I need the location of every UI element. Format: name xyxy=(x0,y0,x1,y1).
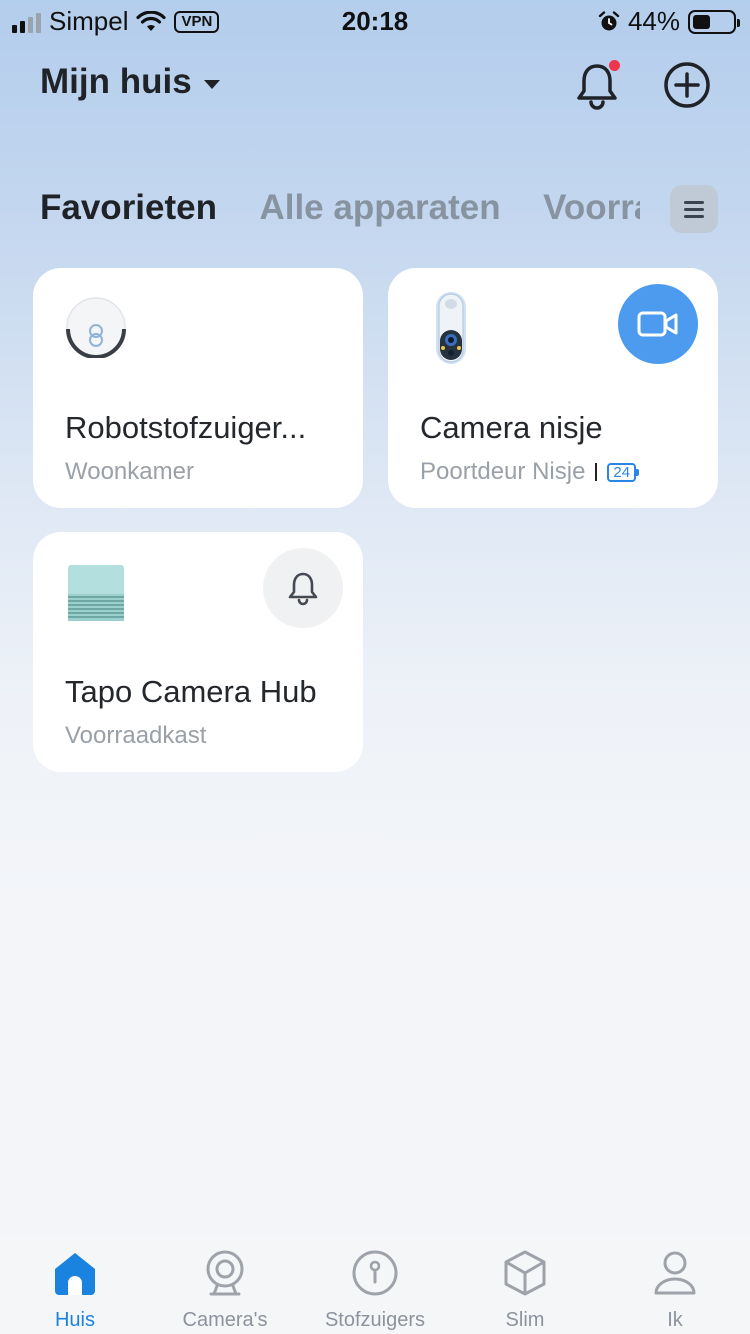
battery-badge-value: 24 xyxy=(607,462,637,482)
device-name: Robotstofzuiger... xyxy=(65,410,307,445)
device-room-label: Woonkamer xyxy=(65,458,194,485)
tab-alle-apparaten[interactable]: Alle apparaten xyxy=(259,180,500,236)
divider xyxy=(595,463,598,481)
device-room: Woonkamer xyxy=(65,458,194,486)
battery-badge: 24 xyxy=(607,462,640,482)
device-name: Tapo Camera Hub xyxy=(65,674,317,709)
nav-label: Slim xyxy=(505,1309,545,1331)
chevron-down-icon xyxy=(203,79,220,89)
robot-vacuum-icon xyxy=(66,297,126,358)
video-camera-icon xyxy=(637,311,678,337)
room-tabs: Favorieten Alle apparaten Voorraadkast xyxy=(40,180,640,240)
nav-cameras[interactable]: Camera's xyxy=(150,1249,300,1332)
device-room-label: Voorraadkast xyxy=(65,722,207,749)
status-bar: Simpel VPN 20:18 44% xyxy=(0,0,750,40)
vacuum-icon xyxy=(352,1250,398,1296)
device-name: Camera nisje xyxy=(420,410,603,445)
nav-stofzuigers[interactable]: Stofzuigers xyxy=(300,1249,450,1332)
device-room: Voorraadkast xyxy=(65,722,206,750)
battery-percentage: 44% xyxy=(627,6,680,36)
menu-icon-line xyxy=(684,207,704,211)
device-card-camera-hub[interactable]: Tapo Camera Hub Voorraadkast xyxy=(33,532,363,772)
menu-icon-line xyxy=(684,200,704,204)
person-icon xyxy=(654,1251,696,1295)
add-device-button[interactable] xyxy=(662,60,712,110)
notifications-button[interactable] xyxy=(570,58,624,112)
device-card-robot-vacuum[interactable]: Robotstofzuiger... Woonkamer xyxy=(33,268,363,508)
nav-label: Ik xyxy=(667,1309,683,1331)
tabs-menu-button[interactable] xyxy=(670,185,718,233)
alarm-icon xyxy=(598,10,620,30)
device-room-label: Poortdeur Nisje xyxy=(420,458,586,485)
nav-ik[interactable]: Ik xyxy=(600,1249,750,1332)
hub-icon xyxy=(68,565,124,621)
plus-circle-icon xyxy=(664,62,710,108)
nav-slim[interactable]: Slim xyxy=(450,1249,600,1332)
tab-voorraadkast[interactable]: Voorraadkast xyxy=(543,180,640,236)
cube-icon xyxy=(504,1250,546,1296)
home-icon xyxy=(55,1253,95,1295)
nav-label: Stofzuigers xyxy=(324,1309,426,1331)
device-room: Poortdeur Nisje 24 xyxy=(420,458,640,486)
nav-label: Huis xyxy=(54,1309,95,1331)
home-name: Mijn huis xyxy=(40,62,192,101)
live-view-button[interactable] xyxy=(618,284,698,364)
battery-icon xyxy=(688,9,740,34)
device-card-camera[interactable]: Camera nisje Poortdeur Nisje 24 xyxy=(388,268,718,508)
bottom-navigation: Huis Camera's Stofzuigers Slim Ik xyxy=(0,1237,750,1334)
nav-label: Camera's xyxy=(182,1309,268,1331)
battery-nub xyxy=(636,468,640,476)
notification-dot xyxy=(609,60,620,71)
bell-icon xyxy=(288,572,318,606)
hub-alarm-button[interactable] xyxy=(263,548,343,628)
camera-icon xyxy=(206,1250,244,1296)
home-selector[interactable]: Mijn huis xyxy=(40,62,220,102)
menu-icon-line xyxy=(684,214,704,218)
outdoor-camera-icon xyxy=(436,292,466,364)
nav-huis[interactable]: Huis xyxy=(0,1249,150,1332)
tab-favorieten[interactable]: Favorieten xyxy=(40,180,217,236)
